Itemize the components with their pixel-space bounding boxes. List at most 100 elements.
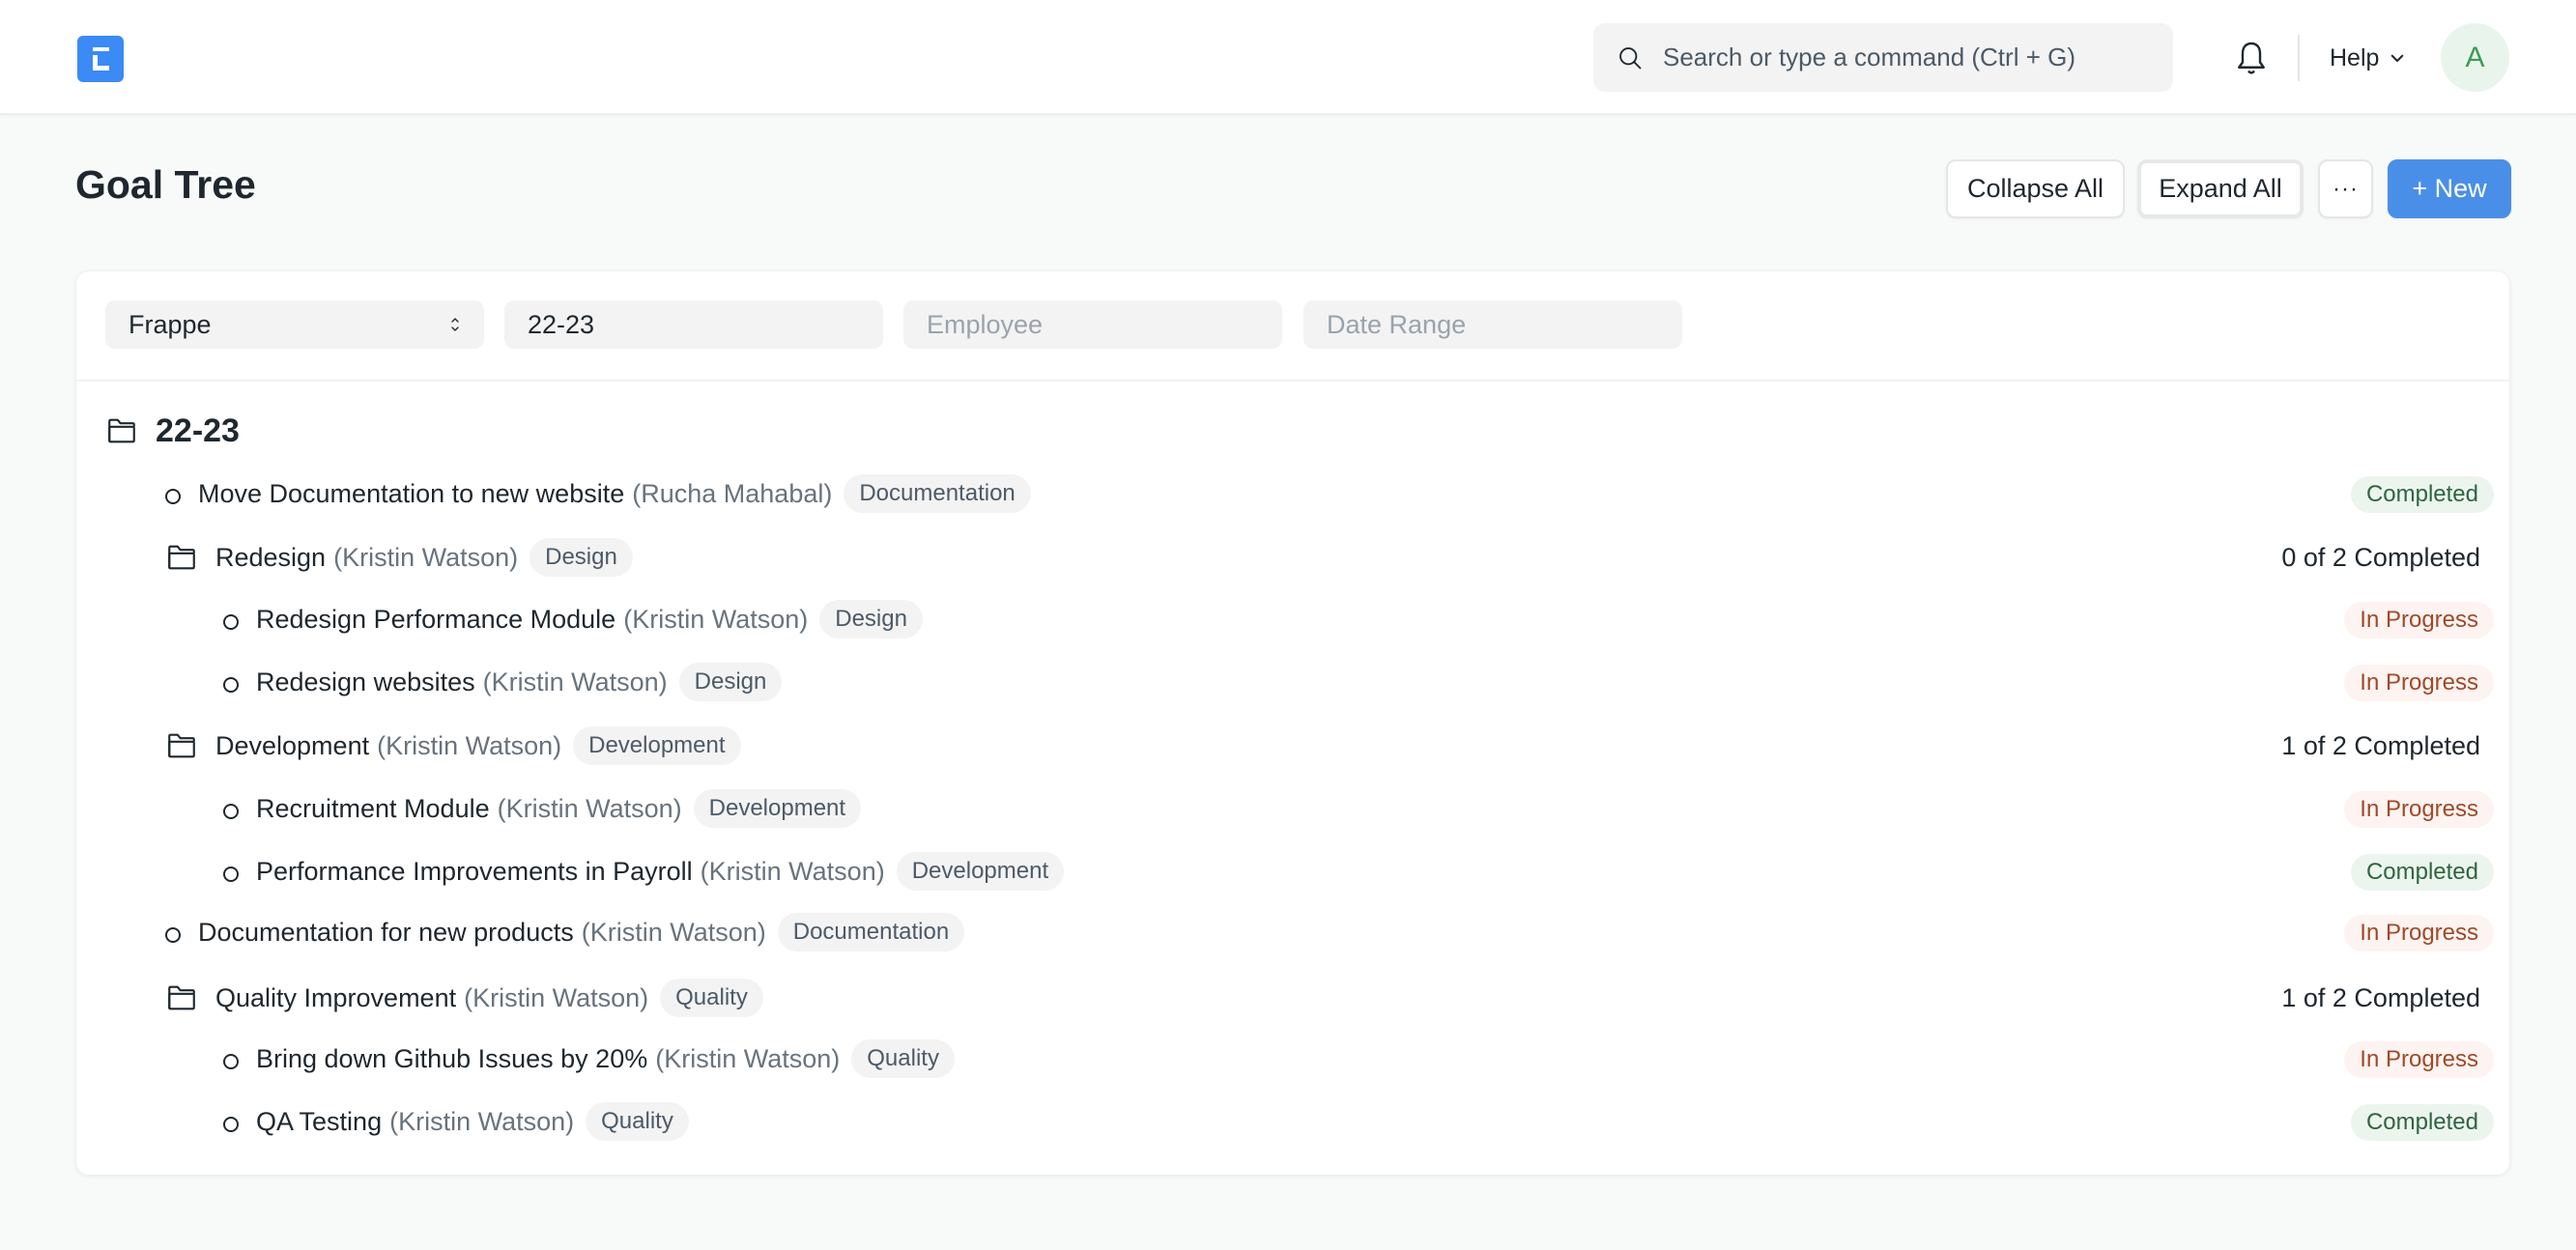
kra-tag: Quality [660, 979, 763, 1017]
tree-goal-node[interactable]: Documentation for new products (Kristin W… [165, 908, 965, 956]
goal-owner: (Kristin Watson) [623, 604, 809, 634]
search-icon [1619, 47, 1642, 70]
tree-goal-node[interactable]: Recruitment Module (Kristin Watson) Develo… [223, 784, 862, 833]
employee-field[interactable] [903, 300, 1282, 349]
folder-open-icon [168, 985, 195, 1010]
avatar-initial: A [2465, 41, 2485, 73]
search-input[interactable] [1663, 23, 2156, 92]
tree-goal-node[interactable]: Move Documentation to new website (Rucha … [165, 469, 1031, 518]
goal-owner: (Kristin Watson) [581, 917, 766, 947]
leaf-node-circle-icon [223, 866, 239, 882]
goal-title: Recruitment Module [256, 793, 490, 823]
tree-root-node[interactable]: 22-23 [105, 407, 240, 455]
leaf-node-circle-icon [165, 489, 181, 504]
kra-tag: Documentation [844, 474, 1031, 513]
leaf-node-circle-icon [223, 677, 239, 693]
tree-group-node[interactable]: Quality Improvement (Kristin Watson) Quali… [165, 974, 763, 1022]
leaf-node-circle-icon [223, 1054, 239, 1069]
tree-group-row: Quality Improvement (Kristin Watson) Quali… [76, 974, 2509, 1022]
kra-tag: Documentation [777, 913, 965, 952]
user-avatar[interactable]: A [2441, 23, 2509, 92]
goal-owner: (Kristin Watson) [700, 856, 885, 886]
status-badge: In Progress [2344, 665, 2494, 701]
more-actions-button[interactable]: ··· [2318, 159, 2373, 218]
collapse-all-button[interactable]: Collapse All [1946, 159, 2125, 218]
date-range-input[interactable] [1327, 309, 1682, 340]
kra-tag: Design [819, 600, 923, 639]
app-logo[interactable] [77, 36, 124, 82]
status-badge: Completed [2350, 476, 2494, 513]
company-select[interactable]: Frappe [105, 300, 484, 349]
tree-goal-row: Recruitment Module (Kristin Watson) Develo… [76, 784, 2509, 833]
new-button[interactable]: + New [2388, 159, 2511, 218]
status-badge: In Progress [2344, 602, 2494, 639]
folder-open-icon [108, 418, 135, 443]
tree-goal-row: QA Testing (Kristin Watson) Quality Complet… [76, 1097, 2509, 1146]
tree-goal-row: Documentation for new products (Kristin W… [76, 908, 2509, 956]
group-progress-text: 1 of 2 Completed [2281, 730, 2480, 760]
goal-title: Redesign websites [256, 667, 475, 696]
goal-owner: (Kristin Watson) [655, 1043, 841, 1073]
help-dropdown[interactable]: Help [2330, 39, 2406, 77]
kra-tag: Design [530, 538, 633, 577]
company-select-value: Frappe [129, 309, 212, 339]
folder-open-icon [168, 733, 195, 758]
goal-owner: (Kristin Watson) [497, 793, 682, 823]
kra-tag: Quality [851, 1039, 955, 1078]
appraisal-cycle-input[interactable] [528, 309, 883, 340]
employee-input[interactable] [927, 309, 1282, 340]
kra-tag: Development [896, 852, 1065, 891]
logo-mark-base [93, 66, 109, 71]
help-label: Help [2330, 43, 2380, 71]
leaf-node-circle-icon [223, 804, 239, 819]
status-badge: In Progress [2344, 791, 2494, 828]
tree-goal-node[interactable]: Bring down Github Issues by 20% (Kristin … [223, 1035, 955, 1083]
tree-goal-node[interactable]: Performance Improvements in Payroll (Kris… [223, 847, 1065, 895]
goal-owner: (Kristin Watson) [377, 730, 562, 760]
goal-title: Redesign Performance Module [256, 604, 616, 634]
goal-title: Move Documentation to new website [198, 478, 625, 508]
card-divider [76, 380, 2509, 382]
tree-group-row: Redesign (Kristin Watson) Design 0 of 2 Com… [76, 533, 2509, 582]
goal-title: Quality Improvement [215, 982, 457, 1012]
tree-goal-node[interactable]: Redesign websites (Kristin Watson) Design [223, 658, 783, 706]
leaf-node-circle-icon [165, 927, 181, 943]
goal-tree-card: Frappe 22-23 Move Documentation to new w… [75, 270, 2510, 1176]
goal-title: Development [215, 730, 370, 760]
tree-group-node[interactable]: Redesign (Kristin Watson) Design [165, 533, 633, 582]
status-badge: Completed [2350, 1104, 2494, 1141]
tree-goal-node[interactable]: Redesign Performance Module (Kristin Wats… [223, 595, 923, 643]
kra-tag: Quality [586, 1102, 689, 1141]
logo-mark [93, 47, 109, 51]
leaf-node-circle-icon [223, 1117, 239, 1132]
leaf-node-circle-icon [223, 614, 239, 630]
tree-goal-row: Performance Improvements in Payroll (Kris… [76, 847, 2509, 895]
navbar: Help A [0, 0, 2576, 115]
kra-tag: Development [573, 726, 741, 765]
tree-group-row: Development (Kristin Watson) Development 1 … [76, 722, 2509, 770]
tree-goal-row: Bring down Github Issues by 20% (Kristin … [76, 1035, 2509, 1083]
search-bar[interactable] [1593, 23, 2173, 92]
navbar-divider [2298, 35, 2300, 81]
goal-owner: (Kristin Watson) [333, 542, 519, 572]
group-progress-text: 0 of 2 Completed [2281, 542, 2480, 572]
goal-owner: (Kristin Watson) [482, 667, 668, 696]
date-range-field[interactable] [1303, 300, 1682, 349]
goal-owner: (Kristin Watson) [389, 1106, 575, 1136]
select-arrows-icon [451, 318, 459, 331]
expand-all-button[interactable]: Expand All [2137, 159, 2304, 218]
tree-goal-node[interactable]: QA Testing (Kristin Watson) Quality [223, 1097, 689, 1146]
tree-root-title: 22-23 [156, 412, 240, 449]
goal-owner: (Rucha Mahabal) [632, 478, 833, 508]
appraisal-cycle-field[interactable] [504, 300, 883, 349]
folder-open-icon [168, 545, 195, 570]
kra-tag: Design [678, 663, 783, 701]
status-badge: In Progress [2344, 1041, 2494, 1078]
goal-title: Bring down Github Issues by 20% [256, 1043, 648, 1073]
tree-group-node[interactable]: Development (Kristin Watson) Development [165, 722, 741, 770]
notification-bell-icon[interactable] [2234, 39, 2269, 77]
tree-goal-row: Move Documentation to new website (Rucha … [76, 469, 2509, 518]
tree-goal-row: Redesign websites (Kristin Watson) Design I… [76, 658, 2509, 706]
page-title: Goal Tree [75, 162, 256, 207]
goal-title: Performance Improvements in Payroll [256, 856, 693, 886]
